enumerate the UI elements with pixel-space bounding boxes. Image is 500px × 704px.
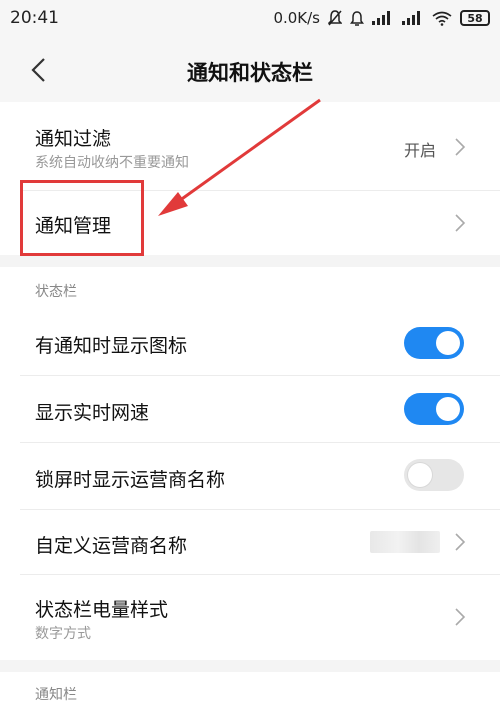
highlight-box <box>20 180 144 256</box>
section-gap <box>0 660 500 672</box>
notification-filter-subtitle: 系统自动收纳不重要通知 <box>35 155 189 171</box>
chevron-right-icon <box>455 608 466 626</box>
show-notification-icons-toggle[interactable] <box>404 327 464 359</box>
custom-carrier-title: 自定义运营商名称 <box>35 535 188 557</box>
show-net-speed-title: 显示实时网速 <box>35 402 150 424</box>
status-time: 20:41 <box>10 8 59 28</box>
chevron-right-icon <box>455 533 466 551</box>
battery-style-title: 状态栏电量样式 <box>35 599 169 621</box>
battery-style-item[interactable]: 状态栏电量样式 数字方式 <box>0 575 500 660</box>
show-notification-icons-item: 有通知时显示图标 <box>0 309 500 375</box>
notification-bar-section-header: 通知栏 <box>0 672 500 704</box>
lockscreen-carrier-toggle[interactable] <box>404 459 464 491</box>
section-label-status-bar: 状态栏 <box>35 284 77 300</box>
custom-carrier-item[interactable]: 自定义运营商名称 <box>0 510 500 574</box>
signal-icon <box>372 11 394 25</box>
status-bar-section-header: 状态栏 <box>0 267 500 309</box>
lockscreen-carrier-item: 锁屏时显示运营商名称 <box>0 443 500 509</box>
show-net-speed-toggle[interactable] <box>404 393 464 425</box>
title-bar: 通知和状态栏 <box>0 36 500 102</box>
wifi-icon <box>432 11 452 26</box>
carrier-name-blurred <box>370 531 440 553</box>
section-gap <box>0 255 500 267</box>
chevron-right-icon <box>455 214 466 232</box>
status-icons: 0.0K/s 58 <box>273 9 490 27</box>
battery-style-subtitle: 数字方式 <box>35 626 91 642</box>
signal-icon-2 <box>402 11 424 25</box>
notification-filter-item[interactable]: 通知过滤 系统自动收纳不重要通知 开启 <box>0 102 500 190</box>
system-status-bar: 20:41 0.0K/s 58 <box>0 0 500 36</box>
toggle-knob <box>408 463 432 487</box>
section-label-notification-bar: 通知栏 <box>35 687 77 703</box>
show-notification-icons-title: 有通知时显示图标 <box>35 335 188 357</box>
net-speed: 0.0K/s <box>273 9 320 27</box>
chevron-right-icon <box>455 138 466 156</box>
notification-filter-title: 通知过滤 <box>35 128 112 150</box>
toggle-knob <box>436 397 460 421</box>
battery-icon: 58 <box>460 10 490 26</box>
notification-filter-value: 开启 <box>403 141 436 160</box>
page-title: 通知和状态栏 <box>187 61 313 85</box>
silent-bell-icon <box>328 10 342 26</box>
lockscreen-carrier-title: 锁屏时显示运营商名称 <box>35 469 226 491</box>
alarm-icon <box>350 10 364 26</box>
show-net-speed-item: 显示实时网速 <box>0 376 500 442</box>
toggle-knob <box>436 331 460 355</box>
